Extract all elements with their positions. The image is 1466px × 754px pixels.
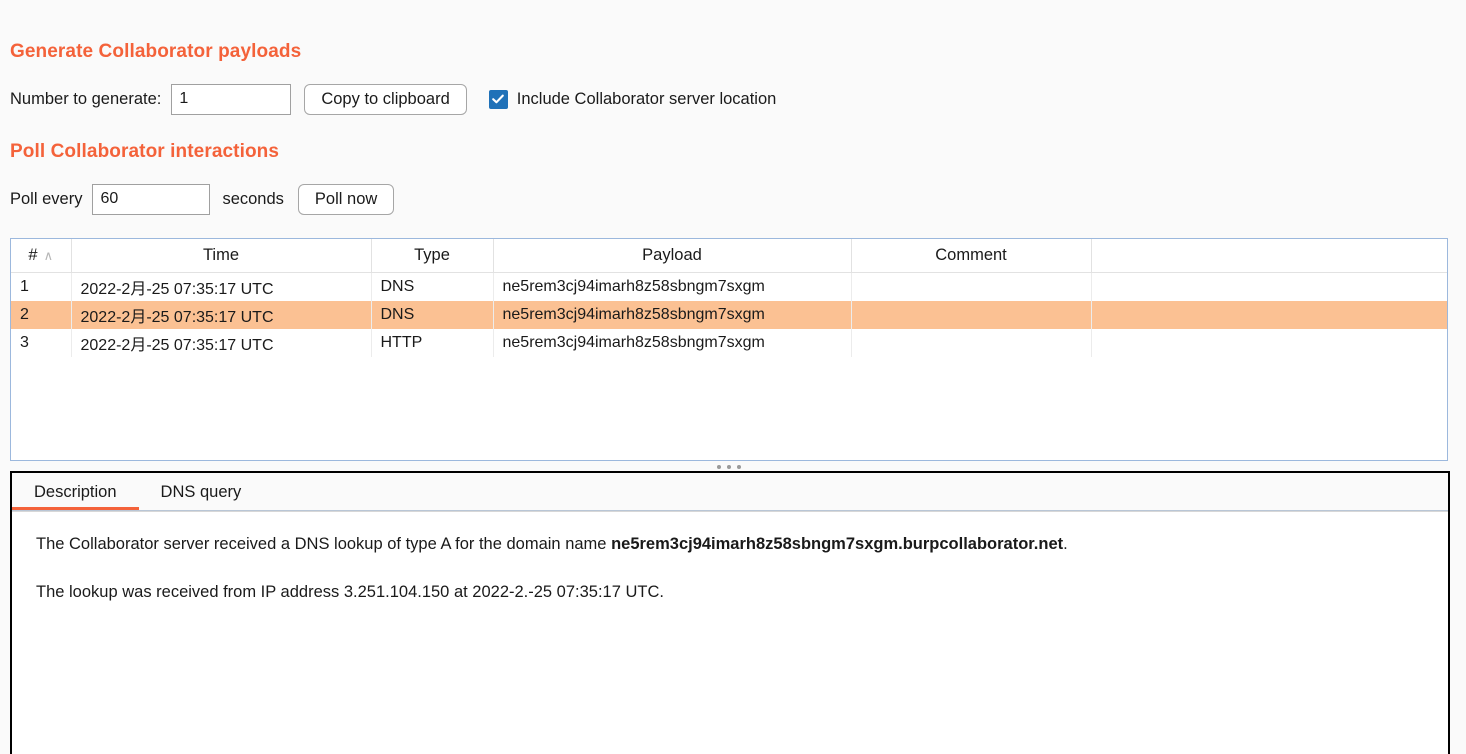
- tab-description[interactable]: Description: [12, 474, 139, 510]
- cell-type: DNS: [371, 272, 494, 301]
- description-paragraph-2: The lookup was received from IP address …: [36, 582, 664, 601]
- interaction-detail-panel: Description DNS query The Collaborator s…: [10, 471, 1450, 754]
- cell-payload: ne5rem3cj94imarh8z58sbngm7sxgm: [493, 329, 852, 357]
- copy-to-clipboard-button[interactable]: Copy to clipboard: [304, 83, 467, 115]
- collaborator-panel: Generate Collaborator payloads Number to…: [0, 0, 1466, 754]
- include-server-location-label: Include Collaborator server location: [516, 89, 777, 108]
- poll-now-button[interactable]: Poll now: [297, 183, 395, 215]
- cell-number: 3: [11, 329, 72, 357]
- cell-time: 2022-2月-25 07:35:17 UTC: [71, 272, 372, 301]
- cell-payload: ne5rem3cj94imarh8z58sbngm7sxgm: [493, 272, 852, 301]
- poll-interval-input[interactable]: [92, 183, 211, 215]
- detail-tabstrip: Description DNS query: [12, 473, 1448, 511]
- sort-ascending-icon: ∧: [43, 248, 54, 263]
- cell-time: 2022-2月-25 07:35:17 UTC: [71, 301, 372, 329]
- cell-number: 2: [11, 301, 72, 329]
- splitter-dot-icon: [737, 464, 741, 469]
- tab-dns-query-label: DNS query: [160, 482, 242, 501]
- poll-section-title: Poll Collaborator interactions: [10, 141, 280, 162]
- generate-section-title: Generate Collaborator payloads: [10, 41, 302, 62]
- column-header-payload[interactable]: Payload: [493, 239, 852, 273]
- cell-payload: ne5rem3cj94imarh8z58sbngm7sxgm: [493, 301, 852, 329]
- poll-every-label: Poll every: [10, 189, 83, 208]
- column-header-filler[interactable]: [1091, 239, 1447, 273]
- description-domain-name: ne5rem3cj94imarh8z58sbngm7sxgm.burpcolla…: [611, 535, 1064, 553]
- table-row[interactable]: 1 2022-2月-25 07:35:17 UTC DNS ne5rem3cj9…: [11, 272, 1447, 302]
- column-header-number[interactable]: # ∧: [11, 239, 72, 273]
- number-to-generate-label: Number to generate:: [10, 89, 162, 108]
- column-header-time[interactable]: Time: [71, 239, 372, 273]
- splitter-dot-icon: [717, 464, 721, 469]
- cell-comment[interactable]: [851, 301, 1092, 329]
- interactions-table-body: 1 2022-2月-25 07:35:17 UTC DNS ne5rem3cj9…: [11, 272, 1447, 357]
- detail-description-body: The Collaborator server received a DNS l…: [12, 511, 1448, 754]
- tab-description-label: Description: [34, 482, 117, 501]
- column-header-number-label: #: [28, 246, 38, 264]
- description-paragraph-1: The Collaborator server received a DNS l…: [36, 534, 1424, 555]
- cell-filler: [1091, 329, 1447, 357]
- cell-time: 2022-2月-25 07:35:17 UTC: [71, 329, 372, 357]
- cell-filler: [1091, 273, 1447, 302]
- tab-active-underline: [12, 507, 139, 510]
- description-suffix-text: .: [1063, 535, 1068, 553]
- panel-splitter-handle[interactable]: [10, 462, 1448, 471]
- cell-type: DNS: [371, 301, 494, 329]
- cell-comment[interactable]: [851, 272, 1092, 301]
- seconds-label: seconds: [222, 189, 284, 208]
- number-to-generate-input[interactable]: [171, 83, 292, 115]
- include-server-location-checkbox[interactable]: [488, 89, 508, 109]
- table-row[interactable]: 2 2022-2月-25 07:35:17 UTC DNS ne5rem3cj9…: [11, 301, 1447, 329]
- interactions-table: # ∧ Time Type Payload Comment 1 2022-2月-…: [11, 239, 1447, 357]
- cell-number: 1: [11, 272, 72, 301]
- splitter-dot-icon: [727, 464, 731, 469]
- column-header-comment[interactable]: Comment: [851, 239, 1092, 273]
- include-server-location-checkbox-wrap[interactable]: Include Collaborator server location: [488, 89, 777, 109]
- tab-inactive-underline: [139, 507, 264, 510]
- table-header-row: # ∧ Time Type Payload Comment: [11, 239, 1447, 273]
- description-prefix-text: The Collaborator server received a DNS l…: [36, 535, 612, 553]
- cell-comment[interactable]: [851, 329, 1092, 357]
- interactions-table-panel[interactable]: # ∧ Time Type Payload Comment 1 2022-2月-…: [10, 238, 1448, 461]
- cell-type: HTTP: [371, 329, 494, 357]
- column-header-type[interactable]: Type: [371, 239, 494, 273]
- tab-dns-query[interactable]: DNS query: [139, 474, 264, 510]
- poll-controls-row: Poll every seconds Poll now: [10, 183, 395, 215]
- cell-filler: [1091, 301, 1447, 329]
- table-row[interactable]: 3 2022-2月-25 07:35:17 UTC HTTP ne5rem3cj…: [11, 329, 1447, 357]
- generate-controls-row: Number to generate: Copy to clipboard In…: [10, 83, 776, 115]
